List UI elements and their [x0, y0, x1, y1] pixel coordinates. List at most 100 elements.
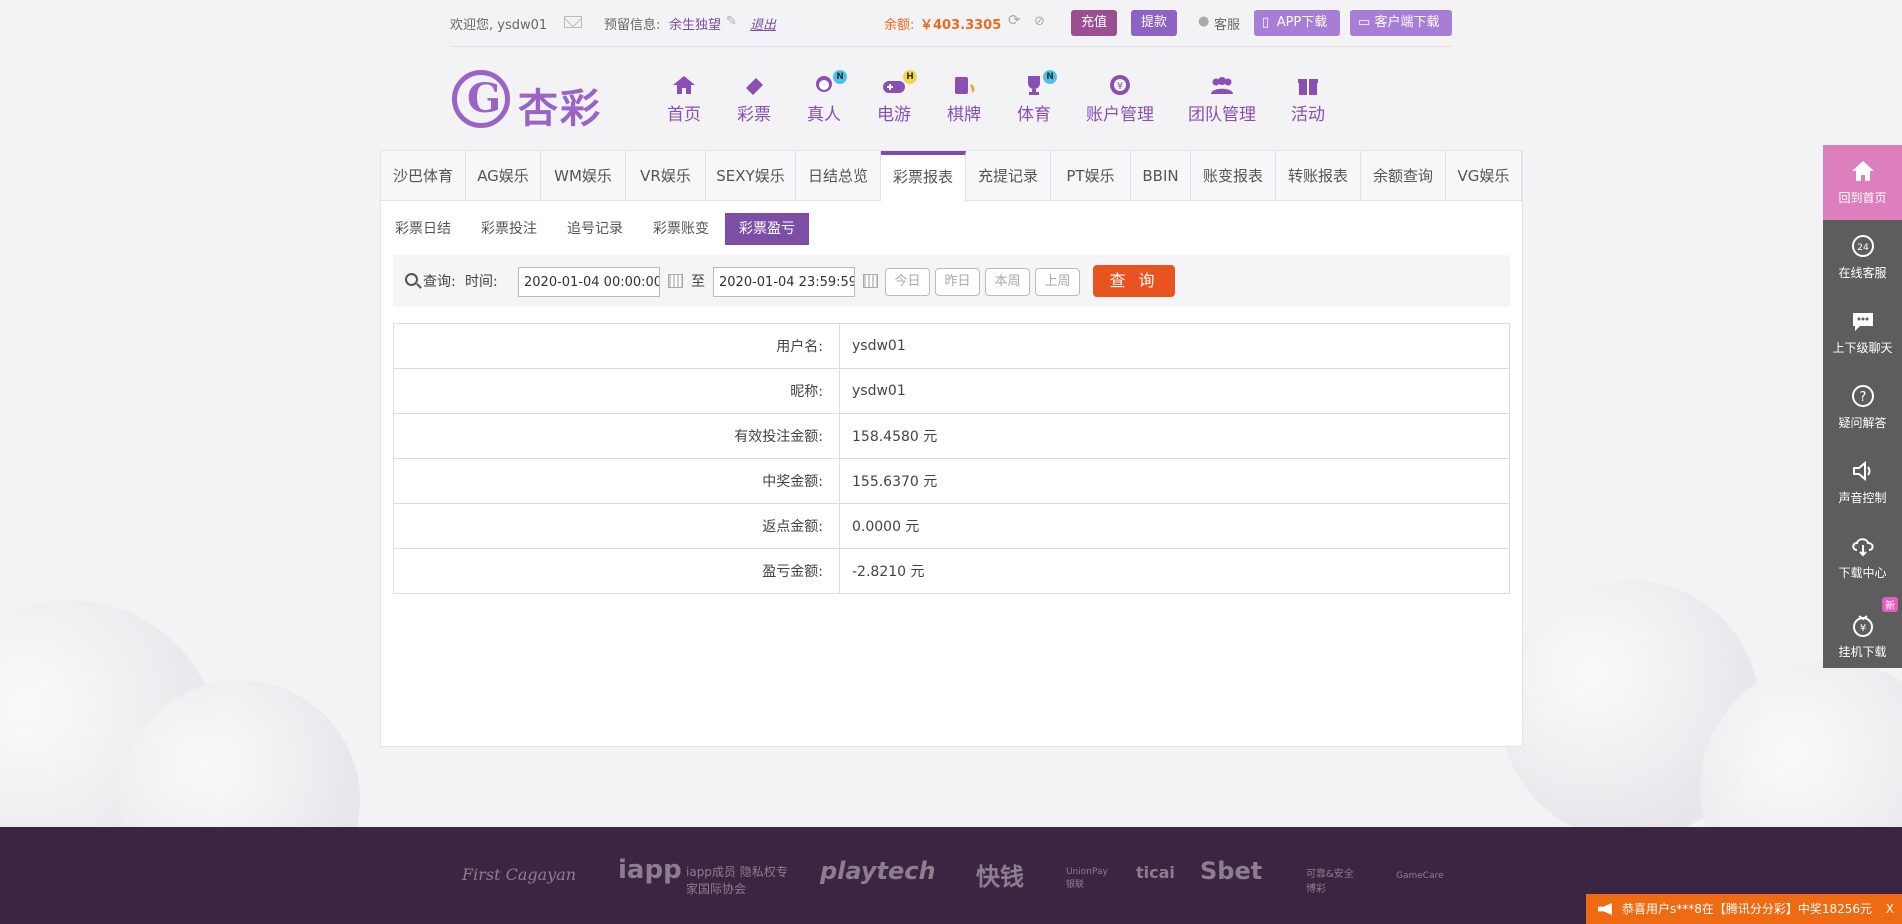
edit-icon[interactable]: ✎ [726, 14, 737, 29]
app-download-button[interactable]: ▯ APP下载 [1254, 10, 1340, 36]
tab-ag[interactable]: AG娱乐 [466, 151, 541, 201]
report-tabs: 沙巴体育 AG娱乐 WM娱乐 VR娱乐 SEXY娱乐 日结总览 彩票报表 充提记… [381, 151, 1522, 202]
money-bag-icon: ¥ [1850, 613, 1876, 637]
footer-logo-iapp-member: iapp成员 隐私权专家国际协会 [686, 865, 788, 896]
table-row: 有效投注金额: 158.4580 元 [393, 413, 1510, 459]
cards-icon [951, 74, 977, 96]
subtab-lottery-bets[interactable]: 彩票投注 [467, 213, 551, 245]
sidebar-sound[interactable]: 声音控制 [1823, 445, 1902, 520]
calendar-icon[interactable] [863, 274, 878, 288]
footer-logo-first-cagayan: First Cagayan [462, 865, 577, 884]
tab-pt[interactable]: PT娱乐 [1051, 151, 1131, 201]
footer-logo-gamecare: GameCare [1396, 871, 1444, 881]
subtab-lottery-changes[interactable]: 彩票账变 [639, 213, 723, 245]
sidebar-online-service[interactable]: 24 在线客服 [1823, 220, 1902, 295]
tab-saba-sports[interactable]: 沙巴体育 [381, 151, 466, 201]
table-row: 返点金额: 0.0000 元 [393, 503, 1510, 549]
report-card: 沙巴体育 AG娱乐 WM娱乐 VR娱乐 SEXY娱乐 日结总览 彩票报表 充提记… [380, 150, 1523, 747]
charge-button[interactable]: 充值 [1071, 10, 1118, 36]
svg-text:24: 24 [1857, 243, 1869, 253]
quick-today-button[interactable]: 今日 [885, 268, 930, 296]
start-date-input[interactable] [518, 267, 660, 297]
tab-balance-query[interactable]: 余额查询 [1361, 151, 1446, 201]
gift-icon [1295, 74, 1321, 96]
service-link[interactable]: 客服 [1214, 14, 1240, 33]
search-icon [405, 273, 418, 286]
headset-24-icon: 24 [1850, 234, 1876, 258]
sidebar-chat[interactable]: 上下级聊天 [1823, 295, 1902, 370]
end-date-input[interactable] [713, 267, 855, 297]
withdraw-button[interactable]: 提款 [1131, 10, 1178, 36]
footer-logo-kuaiqian: 快钱 [976, 863, 1024, 891]
tab-daily-overview[interactable]: 日结总览 [796, 151, 881, 201]
tab-account-change[interactable]: 账变报表 [1191, 151, 1276, 201]
nav-slots[interactable]: H 电游 [874, 70, 917, 125]
speaker-icon [1850, 459, 1876, 483]
dealer-icon: N [811, 70, 847, 96]
top-bar: 欢迎您, ysdw01 预留信息: 余生独望 ✎ 退出 余额: ￥403.330… [450, 8, 1452, 40]
quick-this-week-button[interactable]: 本周 [985, 268, 1030, 296]
nav-sports[interactable]: N 体育 [1014, 70, 1057, 125]
calendar-icon[interactable] [668, 274, 683, 288]
sidebar-download-center[interactable]: 下载中心 [1823, 520, 1902, 595]
nav-lottery[interactable]: 彩票 [734, 74, 774, 125]
tab-transfer-report[interactable]: 转账报表 [1276, 151, 1361, 201]
chat-icon [1850, 309, 1876, 333]
time-label: 时间: [465, 274, 498, 290]
hide-balance-icon[interactable]: ⊘ [1034, 14, 1045, 29]
to-label: 至 [691, 274, 705, 290]
notice-close-button[interactable]: X [1886, 894, 1894, 924]
notice-text: 恭喜用户s***8在【腾讯分分彩】中奖18256元 [1622, 902, 1873, 916]
table-row: 中奖金额: 155.6370 元 [393, 458, 1510, 504]
subtab-lottery-daily[interactable]: 彩票日结 [381, 213, 465, 245]
service-icon[interactable]: ● [1198, 14, 1209, 29]
tab-wm[interactable]: WM娱乐 [541, 151, 626, 201]
balance-label: 余额: [884, 18, 915, 33]
query-label: 查询: [423, 274, 456, 290]
nav-activity[interactable]: 活动 [1288, 74, 1328, 125]
subtab-chase-records[interactable]: 追号记录 [553, 213, 637, 245]
brand-logo[interactable]: 杏彩 [452, 70, 602, 132]
mail-icon[interactable] [564, 16, 582, 28]
cloud-download-icon [1850, 534, 1876, 558]
query-button[interactable]: 查 询 [1093, 265, 1175, 297]
nav-cards[interactable]: 棋牌 [944, 74, 984, 125]
table-row: 盈亏金额: -2.8210 元 [393, 548, 1510, 594]
quick-yesterday-button[interactable]: 昨日 [935, 268, 980, 296]
tab-bbin[interactable]: BBIN [1131, 151, 1191, 201]
balance-value: ￥403.3305 [920, 18, 1002, 33]
sidebar-faq[interactable]: ? 疑问解答 [1823, 370, 1902, 445]
nav-home[interactable]: 首页 [664, 74, 704, 125]
gamepad-icon: H [881, 70, 917, 96]
reserve-label: 预留信息: [604, 18, 661, 33]
quick-last-week-button[interactable]: 上周 [1035, 268, 1080, 296]
client-download-button[interactable]: ▭ 客户端下载 [1350, 10, 1452, 36]
nav-live[interactable]: N 真人 [804, 70, 847, 125]
subtab-lottery-profit[interactable]: 彩票盈亏 [725, 213, 809, 245]
table-row: 昵称: ysdw01 [393, 368, 1510, 414]
svg-text:?: ? [1859, 390, 1866, 405]
reserve-value[interactable]: 余生独望 [669, 14, 721, 33]
nav-team[interactable]: 团队管理 [1186, 74, 1258, 125]
sidebar-back-home[interactable]: 回到首页 [1823, 145, 1902, 220]
logout-link[interactable]: 退出 [750, 14, 776, 33]
footer-logo-sbet: Sbet [1200, 857, 1263, 885]
tab-vg[interactable]: VG娱乐 [1446, 151, 1522, 201]
tab-lottery-report[interactable]: 彩票报表 [881, 151, 966, 202]
tab-vr[interactable]: VR娱乐 [626, 151, 706, 201]
tab-sexy[interactable]: SEXY娱乐 [706, 151, 796, 201]
footer-logo-unionpay: UnionPay 银联 [1066, 867, 1108, 890]
sidebar-auto-download[interactable]: 新 ¥ 挂机下载 [1823, 595, 1902, 670]
welcome-text: 欢迎您, ysdw01 [450, 18, 548, 33]
svg-text:¥: ¥ [1859, 623, 1865, 634]
logo-text: 杏彩 [518, 86, 602, 132]
megaphone-icon [1598, 903, 1612, 915]
home-icon [671, 74, 697, 96]
refresh-icon[interactable]: ⟳ [1008, 11, 1021, 29]
tab-deposit-withdraw[interactable]: 充提记录 [966, 151, 1051, 201]
footer-logo-ticai: ticai [1136, 863, 1175, 882]
nav-account[interactable]: ¥ 账户管理 [1084, 74, 1156, 125]
right-sidebar: 回到首页 24 在线客服 上下级聊天 ? 疑问解答 声音控制 下载中心 新 ¥ … [1823, 145, 1902, 668]
new-badge: 新 [1882, 597, 1898, 612]
account-icon: ¥ [1107, 74, 1133, 96]
